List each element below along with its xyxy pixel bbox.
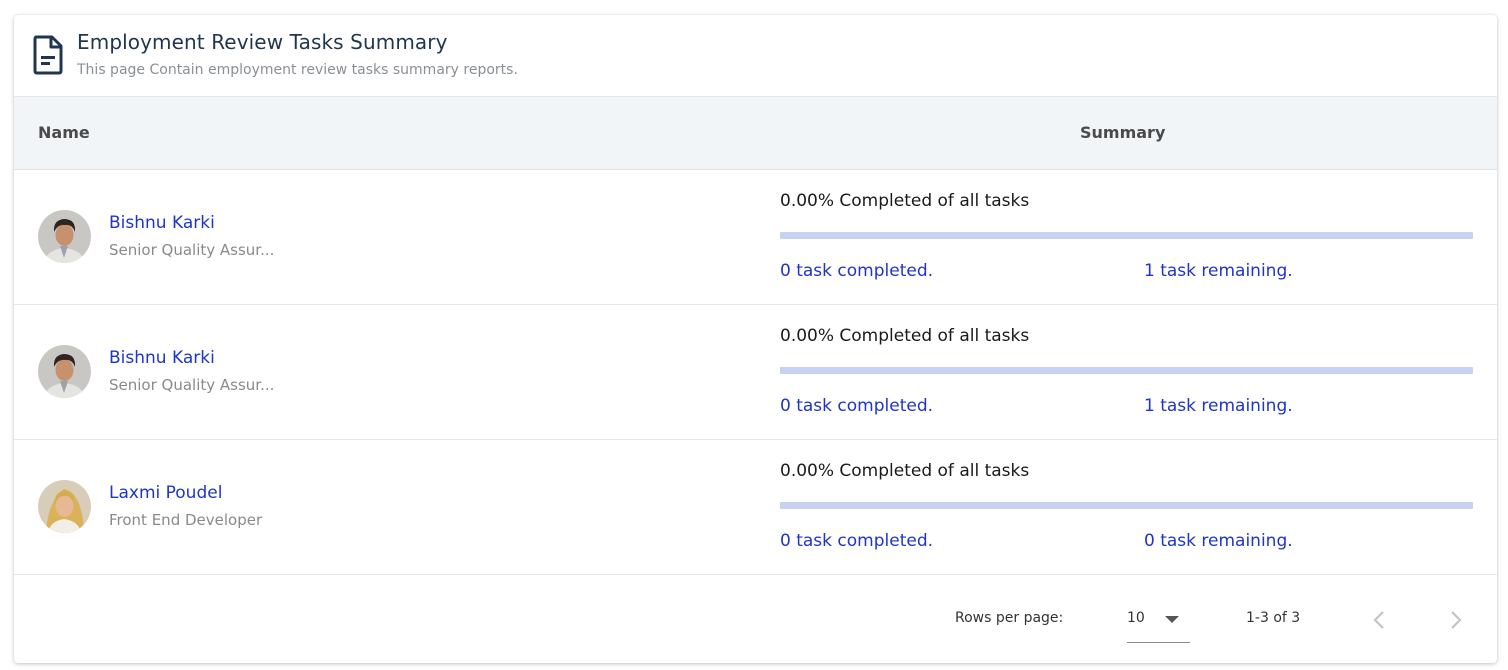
page-title: Employment Review Tasks Summary: [77, 30, 448, 54]
employee-name-link[interactable]: Laxmi Poudel: [109, 483, 222, 503]
previous-page-button[interactable]: [1363, 603, 1397, 637]
rows-per-page-label: Rows per page:: [955, 610, 1064, 626]
rows-per-page-select[interactable]: 10: [1127, 605, 1190, 643]
chevron-left-icon: [1363, 611, 1397, 641]
card-header: Employment Review Tasks Summary This pag…: [14, 15, 1497, 97]
progress-bar: [780, 232, 1473, 239]
tasks-completed-link[interactable]: 0 task completed.: [780, 531, 933, 551]
document-icon: [32, 35, 64, 75]
completion-percent: 0.00% Completed of all tasks: [780, 461, 1030, 481]
employee-role: Senior Quality Assur...: [109, 241, 275, 259]
tasks-remaining-link[interactable]: 0 task remaining.: [1144, 531, 1293, 551]
tasks-summary-card: Employment Review Tasks Summary This pag…: [14, 15, 1497, 663]
employee-role: Front End Developer: [109, 511, 263, 529]
avatar: [38, 345, 91, 398]
progress-bar: [780, 502, 1473, 509]
tasks-completed-link[interactable]: 0 task completed.: [780, 261, 933, 281]
column-header-summary: Summary: [1080, 123, 1166, 142]
tasks-remaining-link[interactable]: 1 task remaining.: [1144, 261, 1293, 281]
tasks-remaining-link[interactable]: 1 task remaining.: [1144, 396, 1293, 416]
tasks-completed-link[interactable]: 0 task completed.: [780, 396, 933, 416]
completion-percent: 0.00% Completed of all tasks: [780, 191, 1030, 211]
pagination-range: 1-3 of 3: [1246, 610, 1301, 626]
pagination-bar: Rows per page: 10 1-3 of 3: [14, 575, 1497, 663]
table-row: Laxmi Poudel Front End Developer 0.00% C…: [14, 440, 1497, 575]
employee-name-link[interactable]: Bishnu Karki: [109, 348, 215, 368]
table-header: Name Summary: [14, 97, 1497, 170]
table-row: Bishnu Karki Senior Quality Assur... 0.0…: [14, 170, 1497, 305]
completion-percent: 0.00% Completed of all tasks: [780, 326, 1030, 346]
chevron-right-icon: [1439, 611, 1473, 641]
next-page-button[interactable]: [1439, 603, 1473, 637]
table-row: Bishnu Karki Senior Quality Assur... 0.0…: [14, 305, 1497, 440]
column-header-name: Name: [38, 123, 90, 142]
caret-down-icon: [1165, 616, 1179, 623]
progress-bar: [780, 367, 1473, 374]
page-subtitle: This page Contain employment review task…: [77, 62, 518, 78]
avatar: [38, 480, 91, 533]
rows-per-page-value: 10: [1127, 610, 1145, 626]
employee-name-link[interactable]: Bishnu Karki: [109, 213, 215, 233]
avatar: [38, 210, 91, 263]
employee-role: Senior Quality Assur...: [109, 376, 275, 394]
